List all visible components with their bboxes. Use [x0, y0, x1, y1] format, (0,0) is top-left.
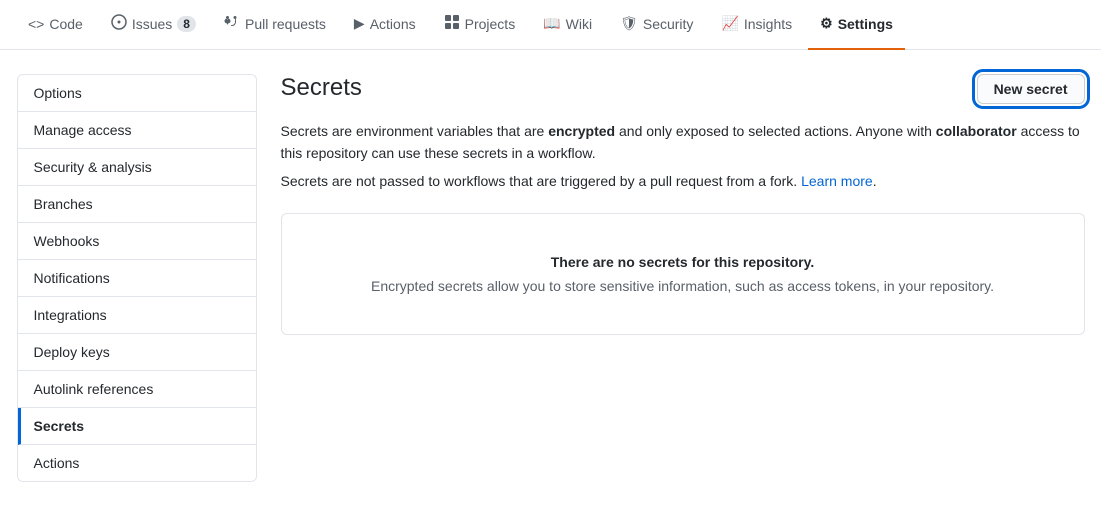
projects-icon [444, 14, 460, 33]
code-icon: <> [28, 16, 44, 32]
nav-item-code[interactable]: <> Code [16, 0, 95, 50]
sidebar-item-autolink-references[interactable]: Autolink references [18, 371, 256, 408]
content-header: Secrets New secret [281, 74, 1085, 104]
nav-label-pull-requests: Pull requests [245, 16, 326, 32]
sidebar-item-integrations[interactable]: Integrations [18, 297, 256, 334]
nav-item-pull-requests[interactable]: Pull requests [212, 0, 338, 50]
nav-label-wiki: Wiki [566, 16, 592, 32]
insights-icon: 📈 [721, 15, 738, 32]
nav-item-projects[interactable]: Projects [432, 0, 528, 50]
sidebar-label-autolink-references: Autolink references [34, 381, 154, 397]
sidebar-label-branches: Branches [34, 196, 93, 212]
nav-item-actions[interactable]: ▶ Actions [342, 0, 428, 50]
nav-item-security[interactable]: 🛡 Security [608, 0, 705, 50]
encrypted-bold: encrypted [548, 123, 615, 139]
empty-state: There are no secrets for this repository… [281, 213, 1085, 335]
sidebar-item-webhooks[interactable]: Webhooks [18, 223, 256, 260]
security-icon: 🛡 [620, 15, 638, 32]
new-secret-button[interactable]: New secret [977, 74, 1085, 104]
nav-label-issues: Issues [132, 16, 172, 32]
sidebar-item-notifications[interactable]: Notifications [18, 260, 256, 297]
collaborator-bold: collaborator [936, 123, 1017, 139]
learn-more-link[interactable]: Learn more [801, 173, 873, 189]
sidebar: Options Manage access Security & analysi… [17, 74, 257, 482]
sidebar-item-manage-access[interactable]: Manage access [18, 112, 256, 149]
issues-badge: 8 [177, 16, 196, 32]
nav-item-insights[interactable]: 📈 Insights [709, 0, 804, 50]
sidebar-label-webhooks: Webhooks [34, 233, 100, 249]
top-navigation: <> Code Issues 8 Pull requests ▶ Actions… [0, 0, 1101, 50]
nav-item-wiki[interactable]: 📖 Wiki [531, 0, 604, 50]
sidebar-item-deploy-keys[interactable]: Deploy keys [18, 334, 256, 371]
sidebar-label-deploy-keys: Deploy keys [34, 344, 110, 360]
nav-item-settings[interactable]: ⚙ Settings [808, 0, 905, 50]
pull-requests-icon [224, 14, 240, 33]
page-title: Secrets [281, 74, 362, 102]
settings-icon: ⚙ [820, 15, 833, 32]
description-line2: Secrets are not passed to workflows that… [281, 173, 1085, 189]
empty-state-description: Encrypted secrets allow you to store sen… [306, 278, 1060, 294]
description-line1: Secrets are environment variables that a… [281, 120, 1085, 165]
nav-label-security: Security [643, 16, 694, 32]
issues-icon [111, 14, 127, 33]
nav-item-issues[interactable]: Issues 8 [99, 0, 208, 50]
sidebar-label-secrets: Secrets [34, 418, 85, 434]
main-content: Secrets New secret Secrets are environme… [281, 74, 1085, 482]
nav-label-insights: Insights [744, 16, 792, 32]
sidebar-label-notifications: Notifications [34, 270, 110, 286]
sidebar-label-integrations: Integrations [34, 307, 107, 323]
empty-state-title: There are no secrets for this repository… [306, 254, 1060, 270]
page-layout: Options Manage access Security & analysi… [1, 50, 1101, 506]
sidebar-item-branches[interactable]: Branches [18, 186, 256, 223]
sidebar-item-secrets[interactable]: Secrets [18, 408, 256, 445]
sidebar-label-manage-access: Manage access [34, 122, 132, 138]
nav-label-projects: Projects [465, 16, 516, 32]
sidebar-label-options: Options [34, 85, 82, 101]
nav-label-actions: Actions [370, 16, 416, 32]
nav-label-code: Code [49, 16, 82, 32]
sidebar-item-options[interactable]: Options [18, 75, 256, 112]
sidebar-label-actions: Actions [34, 455, 80, 471]
wiki-icon: 📖 [543, 15, 560, 32]
actions-icon: ▶ [354, 15, 365, 32]
sidebar-item-actions[interactable]: Actions [18, 445, 256, 481]
sidebar-item-security-analysis[interactable]: Security & analysis [18, 149, 256, 186]
sidebar-label-security-analysis: Security & analysis [34, 159, 152, 175]
nav-label-settings: Settings [838, 16, 893, 32]
